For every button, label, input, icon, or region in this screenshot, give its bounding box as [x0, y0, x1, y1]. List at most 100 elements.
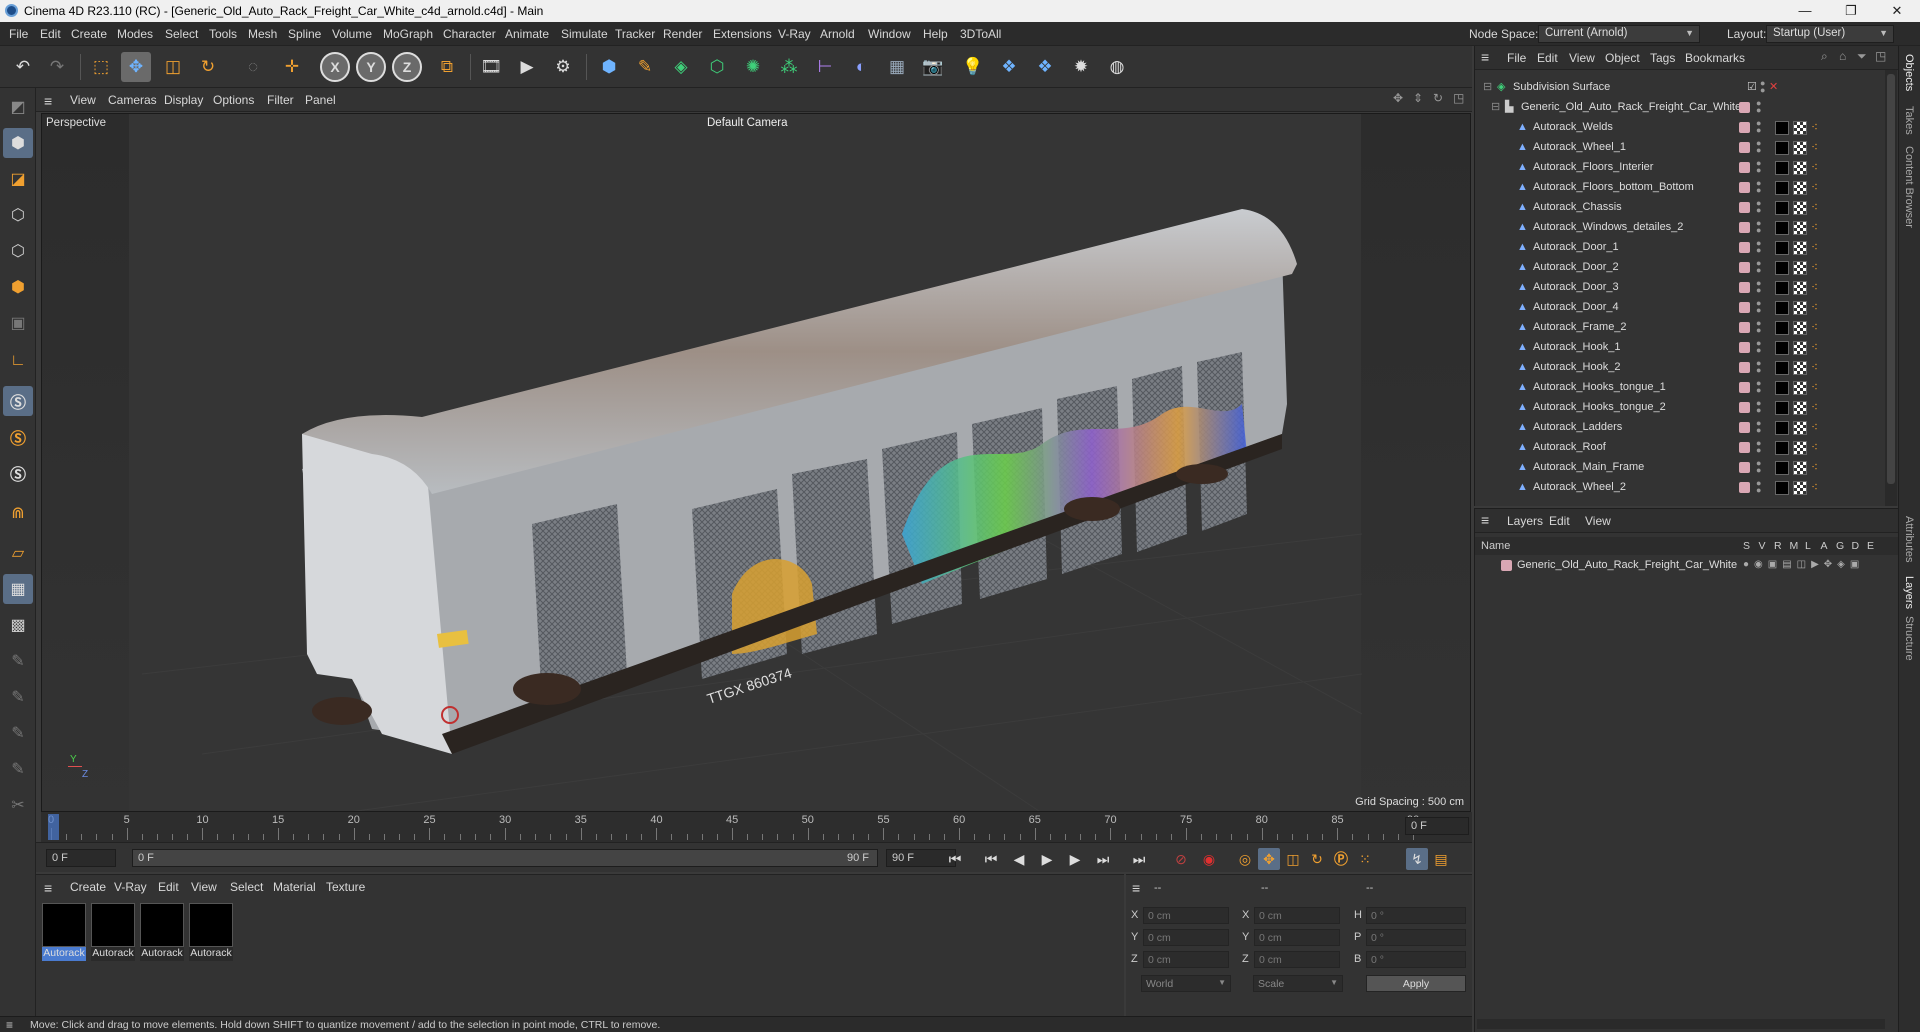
texture-tag-icon[interactable]	[1793, 261, 1807, 275]
material-label[interactable]: Autorack	[91, 947, 135, 961]
hamburger-icon[interactable]: ≡	[6, 1018, 13, 1032]
collapse-icon[interactable]: ⊟	[1491, 101, 1503, 113]
magnet-icon[interactable]: ⋒	[3, 498, 33, 528]
mat-menu-view[interactable]: View	[191, 880, 217, 894]
layer-flag-header[interactable]: A	[1821, 540, 1828, 552]
scale-icon[interactable]: ◫	[158, 52, 188, 82]
hamburger-icon[interactable]: ≡	[1481, 49, 1489, 65]
timeline-window-icon[interactable]: ▤	[1430, 848, 1452, 870]
y-axis-icon[interactable]: Y	[356, 52, 386, 82]
start-frame-field[interactable]: 0 F	[46, 849, 116, 867]
position-y-field[interactable]: 0 cm	[1143, 929, 1229, 946]
arnold-tag-icon[interactable]: ⁖	[1811, 260, 1818, 274]
texture-mode-icon[interactable]: ◪	[3, 164, 33, 194]
object-scrollbar[interactable]	[1885, 70, 1897, 506]
arnold-tag-icon[interactable]: ⁖	[1811, 440, 1818, 454]
material-tag-icon[interactable]	[1775, 201, 1789, 215]
perspective-viewport[interactable]: TTGX 860374 Perspective Default Camera Y…	[41, 113, 1471, 812]
object-row[interactable]: ▲ Autorack_Hooks_tongue_2 ● ● ⁖	[1475, 398, 1885, 418]
x-axis-icon[interactable]: X	[320, 52, 350, 82]
play-icon[interactable]: ▶	[1036, 848, 1058, 870]
arnold-tag-icon[interactable]: ⁖	[1811, 460, 1818, 474]
globe-icon[interactable]: ◍	[1102, 52, 1132, 82]
layer-menu-edit[interactable]: Edit	[1549, 514, 1570, 528]
obj-menu-view[interactable]: View	[1569, 51, 1595, 65]
maximize-button[interactable]: ❐	[1828, 0, 1874, 22]
object-row[interactable]: ▲ Autorack_Chassis ● ● ⁖	[1475, 198, 1885, 218]
texture-tag-icon[interactable]	[1793, 161, 1807, 175]
menu-vray[interactable]: V-Ray	[778, 27, 811, 41]
next-key-icon[interactable]: ⏭	[1092, 848, 1114, 870]
texture-tag-icon[interactable]	[1793, 321, 1807, 335]
texture-tag-icon[interactable]	[1793, 281, 1807, 295]
menu-window[interactable]: Window	[868, 27, 911, 41]
viewport-menu-options[interactable]: Options	[213, 93, 254, 107]
menu-create[interactable]: Create	[71, 27, 107, 41]
material-swatch[interactable]	[42, 903, 86, 947]
object-row-group[interactable]: ⊟ ▙ Generic_Old_Auto_Rack_Freight_Car_Wh…	[1475, 98, 1885, 118]
cube-icon[interactable]: ⬢	[594, 52, 624, 82]
material-tag-icon[interactable]	[1775, 301, 1789, 315]
texture-tag-icon[interactable]	[1793, 481, 1807, 495]
texture-tag-icon[interactable]	[1793, 361, 1807, 375]
material-swatch[interactable]	[91, 903, 135, 947]
layer-flag-header[interactable]: E	[1867, 540, 1874, 552]
tab-layers[interactable]: Layers	[1903, 576, 1915, 609]
menu-arnold[interactable]: Arnold	[820, 27, 855, 41]
visibility-dots-icon[interactable]: ● ●	[1756, 259, 1761, 275]
visibility-dots-icon[interactable]: ● ●	[1756, 479, 1761, 495]
visibility-dots-icon[interactable]: ● ●	[1756, 179, 1761, 195]
object-row-subdivision[interactable]: ⊟ ◈ Subdivision Surface ☑ ● ● ✕	[1475, 78, 1885, 98]
arnold-tag-icon[interactable]: ⁖	[1811, 200, 1818, 214]
arnold-tag-icon[interactable]: ⁖	[1811, 280, 1818, 294]
gear-icon[interactable]: ✹	[1066, 52, 1096, 82]
subdivision-icon[interactable]: ◈	[666, 52, 696, 82]
coord-mode-dropdown[interactable]: World ▼	[1141, 975, 1231, 992]
minimize-button[interactable]: —	[1782, 0, 1828, 22]
visibility-dots-icon[interactable]: ● ●	[1756, 359, 1761, 375]
previous-key-icon[interactable]: ⏮	[980, 848, 1002, 870]
layer-hscrollbar[interactable]	[1477, 1019, 1885, 1029]
obj-menu-edit[interactable]: Edit	[1537, 51, 1558, 65]
menu-edit[interactable]: Edit	[40, 27, 61, 41]
menu-render[interactable]: Render	[663, 27, 702, 41]
live-select-icon[interactable]: ⬚	[86, 52, 116, 82]
object-row[interactable]: ▲ Autorack_Floors_bottom_Bottom ● ● ⁖	[1475, 178, 1885, 198]
size-y-field[interactable]: 0 cm	[1254, 929, 1340, 946]
rotation-b-field[interactable]: 0 °	[1366, 951, 1466, 968]
object-row[interactable]: ▲ Autorack_Ladders ● ● ⁖	[1475, 418, 1885, 438]
viewport-menu-panel[interactable]: Panel	[305, 93, 336, 107]
menu-animate[interactable]: Animate	[505, 27, 549, 41]
menu-extensions[interactable]: Extensions	[713, 27, 772, 41]
obj-menu-tags[interactable]: Tags	[1650, 51, 1675, 65]
camera-icon[interactable]: 📷	[918, 52, 948, 82]
object-row[interactable]: ▲ Autorack_Wheel_1 ● ● ⁖	[1475, 138, 1885, 158]
texture-tag-icon[interactable]	[1793, 421, 1807, 435]
texture-tag-icon[interactable]	[1793, 461, 1807, 475]
camera-label[interactable]: Default Camera	[707, 117, 788, 129]
object-row[interactable]: ▲ Autorack_Hook_1 ● ● ⁖	[1475, 338, 1885, 358]
hamburger-icon[interactable]: ≡	[1132, 880, 1140, 896]
tab-attributes[interactable]: Attributes	[1903, 516, 1915, 562]
size-z-field[interactable]: 0 cm	[1254, 951, 1340, 968]
texture-tag-icon[interactable]	[1793, 241, 1807, 255]
layer-flag-icons[interactable]: ●◉▣▤◫▶✥◈▣	[1743, 559, 1864, 570]
layer-flag-header[interactable]: M	[1790, 540, 1799, 552]
smooth-icon[interactable]: ✎	[3, 754, 33, 784]
visibility-dots-icon[interactable]: ● ●	[1756, 199, 1761, 215]
material-tag-icon[interactable]	[1775, 161, 1789, 175]
visibility-dots-icon[interactable]: ● ●	[1756, 379, 1761, 395]
axis-mode-icon[interactable]: ∟	[3, 346, 33, 376]
visibility-dots-icon[interactable]: ● ●	[1756, 219, 1761, 235]
mat-menu-edit[interactable]: Edit	[158, 880, 179, 894]
timeline-ruler[interactable]: 051015202530354045505560657075808590 0 F	[41, 812, 1472, 842]
render-view-icon[interactable]: 🎞	[476, 52, 506, 82]
grid-icon[interactable]: ▦	[3, 574, 33, 604]
material-tag-icon[interactable]	[1775, 181, 1789, 195]
search-icon[interactable]: ⌕	[1821, 49, 1828, 64]
object-row[interactable]: ▲ Autorack_Wheel_2 ● ● ⁖	[1475, 478, 1885, 498]
key-rotation-icon[interactable]: ↻	[1306, 848, 1328, 870]
material-tag-icon[interactable]	[1775, 381, 1789, 395]
next-frame-icon[interactable]: ▶	[1064, 848, 1086, 870]
move-tool-2-icon[interactable]: ✛	[277, 52, 307, 82]
